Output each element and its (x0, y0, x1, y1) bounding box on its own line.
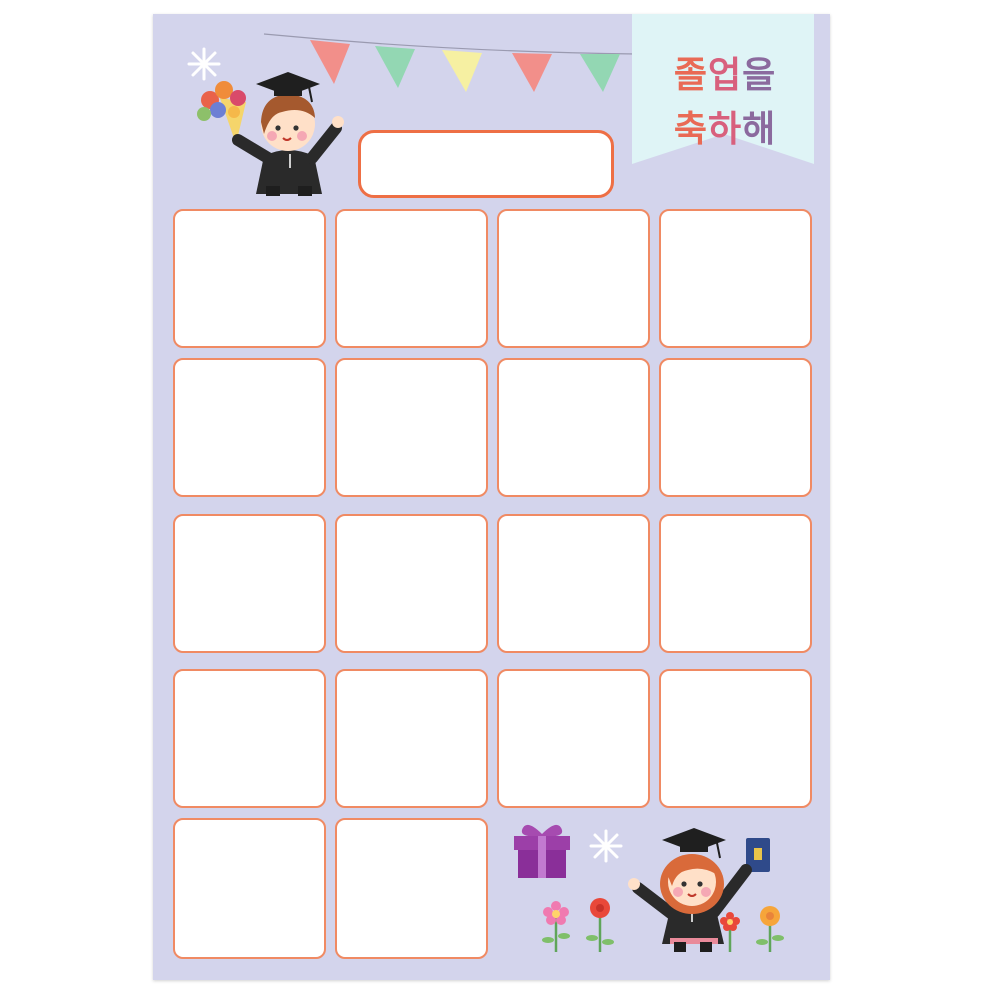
pennant-5 (580, 54, 620, 92)
pennant-4 (512, 53, 552, 92)
photo-slot[interactable] (497, 209, 650, 348)
pennant-3 (442, 50, 482, 92)
photo-slot[interactable] (335, 514, 488, 653)
name-box[interactable] (358, 130, 614, 198)
gift-box-icon (514, 824, 570, 878)
photo-slot[interactable] (173, 358, 326, 497)
photo-slot[interactable] (173, 514, 326, 653)
photo-slot[interactable] (335, 358, 488, 497)
title-line-1: 졸업을 (673, 55, 777, 96)
photo-slot[interactable] (497, 669, 650, 808)
photo-slot[interactable] (335, 818, 488, 959)
photo-slot[interactable] (659, 209, 812, 348)
title-line-2: 축하해 (673, 109, 777, 150)
photo-slot[interactable] (659, 358, 812, 497)
flower-icon (542, 898, 614, 952)
photo-slot[interactable] (335, 669, 488, 808)
sparkle-icon (589, 829, 623, 863)
photo-slot[interactable] (497, 514, 650, 653)
photo-slot[interactable] (497, 358, 650, 497)
photo-slot[interactable] (659, 669, 812, 808)
photo-slot[interactable] (335, 209, 488, 348)
flower-icon (720, 906, 784, 952)
photo-slot[interactable] (659, 514, 812, 653)
photo-slot[interactable] (173, 209, 326, 348)
photo-slot[interactable] (173, 669, 326, 808)
pennant-2 (375, 46, 415, 88)
graduate-boy-icon (197, 72, 344, 196)
photo-slot[interactable] (173, 818, 326, 959)
